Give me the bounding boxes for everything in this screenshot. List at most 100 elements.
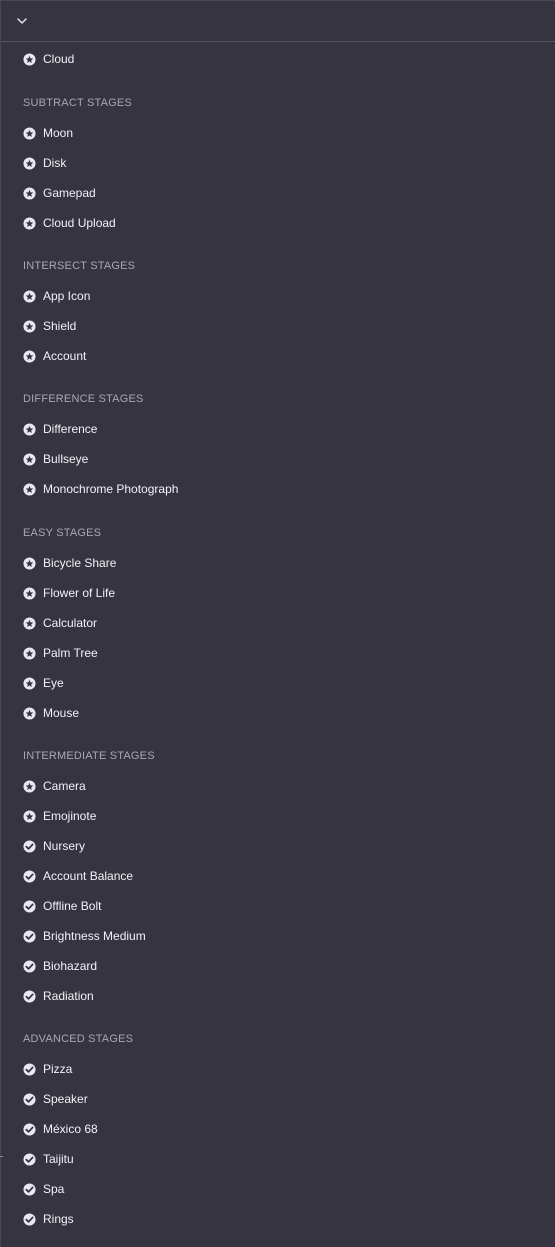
check-circle-icon — [23, 1092, 36, 1106]
star-circle-icon — [23, 349, 36, 363]
section-heading-easy-stages: EASY STAGES — [23, 527, 102, 539]
check-circle-icon — [23, 1152, 36, 1166]
stage-item-disk[interactable]: Disk — [23, 153, 66, 173]
stage-label: Emojinote — [43, 809, 97, 823]
star-circle-icon — [23, 676, 36, 690]
stage-label: México 68 — [43, 1122, 98, 1136]
stage-label: Camera — [43, 779, 86, 793]
stage-label: Disk — [43, 156, 67, 170]
check-circle-icon — [23, 929, 36, 943]
stage-item-account[interactable]: Account — [23, 346, 86, 366]
stage-label: Rings — [43, 1212, 74, 1226]
check-circle-icon — [23, 1062, 36, 1076]
star-circle-icon — [23, 422, 36, 436]
star-circle-icon — [23, 556, 36, 570]
stage-item-spa[interactable]: Spa — [23, 1179, 64, 1199]
stage-label: Moon — [43, 126, 74, 140]
star-circle-icon — [23, 186, 36, 200]
stage-item-eye[interactable]: Eye — [23, 673, 64, 693]
stage-label: Cloud Upload — [43, 216, 116, 230]
stage-item-cloud-upload[interactable]: Cloud Upload — [23, 213, 116, 233]
star-circle-icon — [23, 452, 36, 466]
stage-item-brightness-medium[interactable]: Brightness Medium — [23, 926, 146, 946]
star-circle-icon — [23, 586, 36, 600]
stage-item-moon[interactable]: Moon — [23, 123, 73, 143]
stage-label: Difference — [43, 422, 98, 436]
stage-label: Cloud — [43, 52, 75, 66]
stage-item-shield[interactable]: Shield — [23, 316, 76, 336]
stage-item-cloud[interactable]: Cloud — [23, 49, 74, 69]
stage-label: Spa — [43, 1182, 65, 1196]
stage-item-taijitu[interactable]: Taijitu — [23, 1149, 74, 1169]
stage-item-speaker[interactable]: Speaker — [23, 1089, 88, 1109]
check-circle-icon — [23, 1122, 36, 1136]
star-circle-icon — [23, 706, 36, 720]
stage-item-bicycle-share[interactable]: Bicycle Share — [23, 553, 116, 573]
stage-item-palm-tree[interactable]: Palm Tree — [23, 643, 98, 663]
stage-label: Offline Bolt — [43, 899, 102, 913]
chevron-down-icon[interactable] — [16, 16, 28, 26]
check-circle-icon — [23, 989, 36, 1003]
stage-item-account-balance[interactable]: Account Balance — [23, 866, 133, 886]
star-circle-icon — [23, 482, 36, 496]
stage-item-difference[interactable]: Difference — [23, 419, 97, 439]
stage-item-app-icon[interactable]: App Icon — [23, 286, 90, 306]
check-circle-icon — [23, 869, 36, 883]
stage-label: App Icon — [43, 289, 91, 303]
section-heading-difference-stages: DIFFERENCE STAGES — [23, 393, 144, 405]
star-circle-icon — [23, 616, 36, 630]
check-circle-icon — [23, 1182, 36, 1196]
check-circle-icon — [23, 839, 36, 853]
section-heading-advanced-stages: ADVANCED STAGES — [23, 1033, 134, 1045]
stage-label: Brightness Medium — [43, 929, 146, 943]
stage-item-radiation[interactable]: Radiation — [23, 986, 94, 1006]
stage-label: Nursery — [43, 839, 86, 853]
stage-label: Speaker — [43, 1092, 88, 1106]
star-circle-icon — [23, 319, 36, 333]
star-circle-icon — [23, 809, 36, 823]
stage-item-bullseye[interactable]: Bullseye — [23, 449, 88, 469]
stage-label: Radiation — [43, 989, 94, 1003]
stage-label: Taijitu — [43, 1152, 74, 1166]
stage-item-emojinote[interactable]: Emojinote — [23, 806, 96, 826]
stage-label: Bullseye — [43, 452, 89, 466]
stage-item-offline-bolt[interactable]: Offline Bolt — [23, 896, 101, 916]
stage-label: Palm Tree — [43, 646, 98, 660]
stage-item-mexico-68[interactable]: México 68 — [23, 1119, 98, 1139]
star-circle-icon — [23, 52, 36, 66]
star-circle-icon — [23, 779, 36, 793]
star-circle-icon — [23, 646, 36, 660]
stage-label: Account Balance — [43, 869, 134, 883]
stage-label: Biohazard — [43, 959, 98, 973]
check-circle-icon — [23, 899, 36, 913]
stage-item-nursery[interactable]: Nursery — [23, 836, 85, 856]
stage-item-camera[interactable]: Camera — [23, 776, 86, 796]
check-circle-icon — [23, 959, 36, 973]
section-heading-subtract-stages: SUBTRACT STAGES — [23, 97, 132, 109]
section-heading-intersect-stages: INTERSECT STAGES — [23, 260, 136, 272]
edge-mark — [0, 1156, 3, 1157]
stage-label: Mouse — [43, 706, 80, 720]
stage-item-biohazard[interactable]: Biohazard — [23, 956, 97, 976]
stage-item-calculator[interactable]: Calculator — [23, 613, 97, 633]
stage-item-flower-of-life[interactable]: Flower of Life — [23, 583, 115, 603]
stage-list-panel: Cloud SUBTRACT STAGES Moon Disk Gamepad Cloud… — [0, 0, 555, 1247]
stage-label: Gamepad — [43, 186, 96, 200]
stage-label: Shield — [43, 319, 77, 333]
stage-label: Monochrome Photograph — [43, 482, 179, 496]
stage-item-pizza[interactable]: Pizza — [23, 1059, 72, 1079]
stage-label: Calculator — [43, 616, 98, 630]
stage-item-gamepad[interactable]: Gamepad — [23, 183, 96, 203]
stage-label: Account — [43, 349, 87, 363]
stage-label: Flower of Life — [43, 586, 116, 600]
panel-header — [1, 1, 555, 42]
star-circle-icon — [23, 156, 36, 170]
check-circle-icon — [23, 1212, 36, 1226]
stage-item-rings[interactable]: Rings — [23, 1209, 74, 1229]
stage-item-monochrome-photograph[interactable]: Monochrome Photograph — [23, 479, 178, 499]
stage-label: Bicycle Share — [43, 556, 117, 570]
stage-label: Eye — [43, 676, 64, 690]
stage-item-mouse[interactable]: Mouse — [23, 703, 79, 723]
section-heading-intermediate-stages: INTERMEDIATE STAGES — [23, 750, 155, 762]
stage-label: Pizza — [43, 1062, 73, 1076]
